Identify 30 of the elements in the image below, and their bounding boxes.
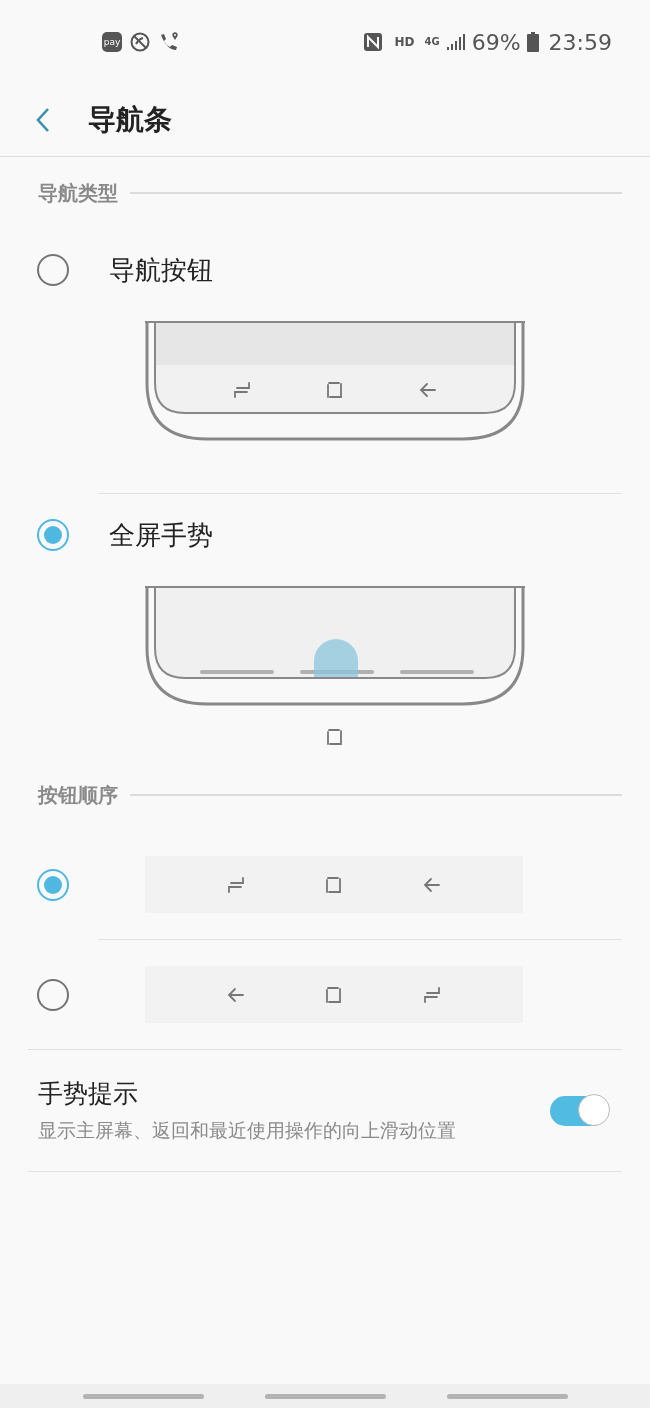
recent-icon (226, 874, 246, 895)
home-icon (325, 727, 345, 747)
call-blocked-icon (130, 32, 150, 52)
pay-badge: pay (102, 32, 122, 52)
radio-button[interactable] (37, 868, 69, 901)
home-icon (324, 984, 344, 1005)
option-label[interactable]: 全屏手势 (109, 517, 213, 553)
battery-icon (526, 32, 539, 52)
setting-description: 显示主屏幕、返回和最近使用操作的向上滑动位置 (38, 1118, 457, 1143)
network-label: 4G (424, 37, 440, 47)
radio-button[interactable] (37, 519, 69, 551)
battery-percent: 69% (471, 29, 521, 55)
page-title: 导航条 (88, 102, 172, 138)
phone-location-icon (158, 31, 180, 53)
radio-button[interactable] (37, 254, 69, 286)
hd-label: HD (394, 35, 415, 49)
section-header: 导航类型 (38, 179, 118, 207)
gesture-hint-bar[interactable] (446, 1393, 568, 1399)
toggle-switch[interactable] (550, 1095, 608, 1126)
option-label[interactable]: 导航按钮 (109, 252, 213, 288)
setting-title: 手势提示 (38, 1078, 139, 1110)
signal-icon (445, 32, 466, 52)
gesture-hint-bar[interactable] (264, 1393, 386, 1399)
radio-button[interactable] (37, 978, 69, 1011)
section-header: 按钮顺序 (38, 781, 118, 809)
nfc-icon (362, 32, 383, 52)
gesture-hint-bar[interactable] (82, 1393, 204, 1399)
home-icon (324, 874, 344, 895)
recent-icon (422, 984, 442, 1005)
clock: 23:59 (548, 29, 612, 55)
